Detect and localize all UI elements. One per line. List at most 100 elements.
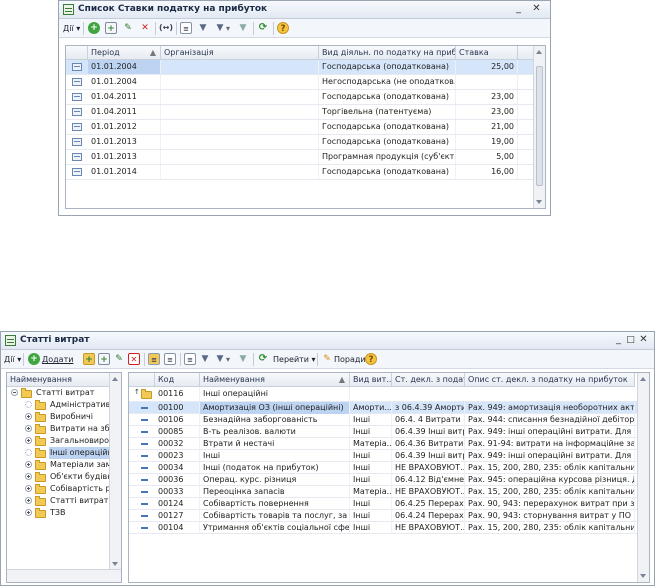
add-button[interactable]: Додати bbox=[42, 353, 73, 366]
help-icon[interactable]: ? bbox=[277, 22, 289, 34]
tree-item[interactable]: Витрати на збут bbox=[7, 423, 113, 435]
tips-icon[interactable]: ✎ bbox=[321, 353, 333, 365]
vertical-scrollbar[interactable] bbox=[533, 46, 545, 208]
filter-list-icon[interactable]: ▼ bbox=[214, 22, 226, 34]
expand-icon[interactable] bbox=[25, 425, 32, 432]
expand-icon[interactable] bbox=[25, 485, 32, 492]
filter-list-icon[interactable]: ▼ bbox=[214, 353, 226, 365]
expand-icon[interactable] bbox=[25, 413, 32, 420]
tree-header[interactable]: Найменування bbox=[7, 373, 111, 387]
expand-icon[interactable] bbox=[25, 509, 32, 516]
actions-menu[interactable]: Дії ▾ bbox=[63, 22, 80, 35]
column-header-organization[interactable]: Організація bbox=[161, 46, 319, 60]
tree-item[interactable]: Собівартість ре bbox=[7, 483, 113, 495]
column-header-code[interactable]: Код bbox=[155, 373, 200, 387]
tree-vertical-scrollbar[interactable] bbox=[109, 373, 121, 570]
column-header-rate[interactable]: Ставка bbox=[456, 46, 518, 60]
table-row[interactable]: 00100 Амортизація ОЗ (інші операційні) Амо… bbox=[129, 402, 649, 414]
table-row[interactable]: 00036 Операц. курс. різниця Інші 06.4.12 Ві… bbox=[129, 474, 649, 486]
edit-icon[interactable]: ✎ bbox=[122, 22, 134, 34]
help-icon[interactable]: ? bbox=[365, 353, 377, 365]
table-row[interactable]: 01.04.2011 Господарська (оподаткована) 23,… bbox=[66, 90, 545, 105]
filter-dropdown-icon[interactable]: ▾ bbox=[226, 22, 230, 35]
close-button[interactable]: ✕ bbox=[531, 3, 542, 15]
clear-filter-icon[interactable]: ▼ bbox=[237, 22, 249, 34]
close-button[interactable]: ✕ bbox=[638, 334, 649, 346]
tree-item[interactable]: Об'єкти будівни bbox=[7, 471, 113, 483]
filter-icon[interactable]: ▼ bbox=[197, 22, 209, 34]
table-row[interactable]: 00124 Собівартість повернення Інші 06.4.25 … bbox=[129, 498, 649, 510]
tree-horizontal-scrollbar[interactable] bbox=[7, 569, 121, 582]
scroll-down-icon[interactable] bbox=[640, 574, 646, 578]
table-row[interactable]: 01.04.2011 Торгівельна (патентуєма) 23,00 bbox=[66, 105, 545, 120]
settings-list-icon[interactable]: ≡ bbox=[184, 353, 196, 365]
delete-icon[interactable]: ✕ bbox=[139, 22, 151, 34]
tree-item[interactable]: Адміністративні bbox=[7, 399, 113, 411]
expand-icon[interactable] bbox=[25, 461, 32, 468]
table-row[interactable]: 01.01.2013 Програмная продукція (суб'єкт.… bbox=[66, 150, 545, 165]
filter-icon[interactable]: ▼ bbox=[199, 353, 211, 365]
description-cell: Рах. 949: інші операційні витрати. Для в… bbox=[465, 450, 635, 462]
add-folder-icon[interactable]: + bbox=[83, 353, 95, 365]
column-header-name[interactable]: Найменування ▲ bbox=[200, 373, 350, 387]
edit-icon[interactable]: ✎ bbox=[113, 353, 125, 365]
copy-icon[interactable]: + bbox=[98, 353, 110, 365]
table-row[interactable]: 00106 Безнадійна заборгованість Інші 06.4. … bbox=[129, 414, 649, 426]
goto-menu[interactable]: Перейти ▾ bbox=[273, 353, 316, 366]
column-header-activity[interactable]: Вид діяльн. по податку на приб... bbox=[319, 46, 456, 60]
actions-menu[interactable]: Дії ▾ bbox=[4, 353, 21, 366]
column-header-period[interactable]: Період ▲ bbox=[88, 46, 161, 60]
expand-icon[interactable] bbox=[25, 497, 32, 504]
expand-icon[interactable] bbox=[25, 437, 32, 444]
table-row[interactable]: 01.01.2004 Господарська (оподаткована) 25,… bbox=[66, 60, 545, 75]
table-row[interactable]: 00033 Переоцінка запасів Матеріа... НЕ ВРАХ… bbox=[129, 486, 649, 498]
scroll-thumb[interactable] bbox=[536, 66, 543, 186]
filter-dropdown-icon[interactable]: ▾ bbox=[226, 353, 230, 366]
table-row[interactable]: 00023ІншіІнші06.4.39 Інші витр...Рах. 94… bbox=[129, 450, 649, 462]
table-row[interactable]: 00032 Втрати й нестачі Матеріа... 06.4.36 В… bbox=[129, 438, 649, 450]
minimize-button[interactable]: _ bbox=[513, 3, 524, 15]
add-icon[interactable]: + bbox=[88, 22, 100, 34]
tree-item[interactable]: Виробничі bbox=[7, 411, 111, 423]
table-row[interactable]: 00085 В-ть реалізов. валюти Інші 06.4.39 Ін… bbox=[129, 426, 649, 438]
scroll-up-icon[interactable] bbox=[536, 50, 542, 54]
collapse-icon[interactable] bbox=[11, 389, 18, 396]
table-row[interactable]: 00127 Собівартість товарів та послуг, за … bbox=[129, 510, 649, 522]
minimize-button[interactable]: _ bbox=[613, 334, 624, 346]
add-icon[interactable]: + bbox=[28, 353, 40, 365]
tips-button[interactable]: Поради bbox=[334, 353, 366, 366]
table-row[interactable]: 01.01.2014 Господарська (оподаткована) 16,… bbox=[66, 165, 545, 180]
refresh-icon[interactable]: ⟳ bbox=[257, 22, 269, 34]
parent-row[interactable]: ↑ 00116 Інші операційні bbox=[129, 387, 649, 402]
table-row[interactable]: 00104 Утримання об'єктів соціальної сфери… bbox=[129, 522, 649, 534]
table-row[interactable]: 01.01.2012 Господарська (оподаткована) 21,… bbox=[66, 120, 545, 135]
tree-view-icon[interactable]: ≡ bbox=[164, 353, 176, 365]
column-header-declaration[interactable]: Ст. декл. з подат... bbox=[392, 373, 465, 387]
column-header-expense-kind[interactable]: Вид вит... bbox=[350, 373, 392, 387]
description-cell: Рах. 90, 943: сторнування витрат у ПО пр… bbox=[465, 510, 635, 522]
structure-icon[interactable]: (↔) bbox=[159, 22, 173, 34]
tree-item[interactable]: Загальновиробн bbox=[7, 435, 113, 447]
settings-list-icon[interactable]: ≡ bbox=[180, 22, 192, 34]
scroll-up-icon[interactable] bbox=[112, 377, 118, 381]
copy-icon[interactable]: + bbox=[105, 22, 117, 34]
scroll-down-icon[interactable] bbox=[112, 562, 118, 566]
scroll-up-icon[interactable] bbox=[640, 377, 646, 381]
table-row[interactable]: 01.01.2004 Негосподарська (не оподатков..… bbox=[66, 75, 545, 90]
column-header-description[interactable]: Опис ст. декл. з податку на прибуток bbox=[465, 373, 635, 387]
table-row[interactable]: 00034 Інші (податок на прибуток) Інші НЕ ВР… bbox=[129, 462, 649, 474]
refresh-icon[interactable]: ⟳ bbox=[257, 353, 269, 365]
clear-filter-icon[interactable]: ▼ bbox=[237, 353, 249, 365]
hierarchy-icon[interactable]: ≡ bbox=[148, 353, 160, 365]
vertical-scrollbar[interactable] bbox=[637, 373, 649, 582]
table-row[interactable]: 01.01.2013 Господарська (оподаткована) 19,… bbox=[66, 135, 545, 150]
tree-item[interactable]: Статті витрат bbox=[7, 387, 111, 399]
tree-item[interactable]: Матеріали замо bbox=[7, 459, 113, 471]
tree-item[interactable]: Статті витрат за bbox=[7, 495, 113, 507]
maximize-button[interactable]: □ bbox=[625, 334, 636, 346]
expand-icon[interactable] bbox=[25, 473, 32, 480]
tree-item[interactable]: Інші операційні bbox=[7, 447, 113, 459]
scroll-down-icon[interactable] bbox=[536, 200, 542, 204]
delete-icon[interactable]: ✕ bbox=[128, 353, 140, 365]
tree-item[interactable]: ТЗВ bbox=[7, 507, 111, 519]
